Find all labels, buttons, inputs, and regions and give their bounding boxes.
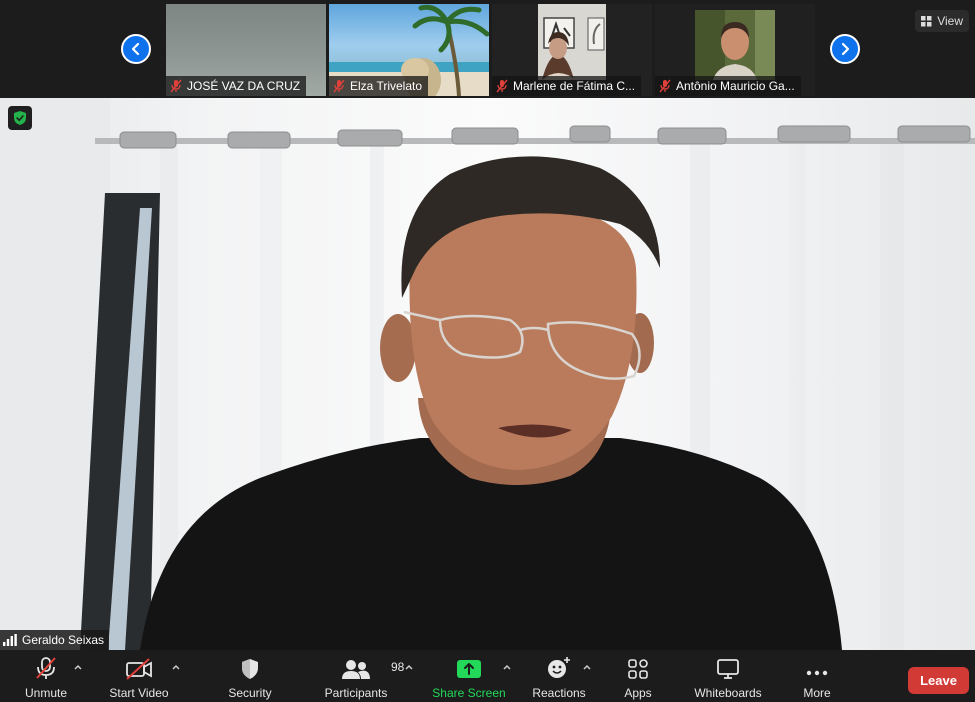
participant-name: Antônio Mauricio Ga...	[676, 79, 795, 93]
participant-name: Elza Trivelato	[350, 79, 423, 93]
grid-view-icon	[921, 15, 932, 26]
signal-bars-icon	[3, 634, 17, 646]
active-speaker-video: Geraldo Seixas	[0, 98, 975, 650]
participant-tile[interactable]: JOSÉ VAZ DA CRUZ	[166, 4, 326, 96]
speaker-name-tag: Geraldo Seixas	[0, 630, 110, 650]
participants-count: 98	[391, 660, 405, 674]
unmute-button[interactable]: Unmute	[15, 650, 77, 702]
unmute-label: Unmute	[24, 686, 68, 700]
share-screen-label: Share Screen	[432, 686, 506, 700]
encryption-badge[interactable]	[8, 106, 32, 130]
participants-icon	[342, 660, 370, 679]
mic-muted-icon	[36, 657, 56, 679]
filmstrip-prev-button[interactable]	[121, 34, 151, 64]
mic-muted-icon	[659, 79, 671, 93]
view-button[interactable]: View	[915, 10, 969, 32]
participant-name-bar: Antônio Mauricio Ga...	[655, 76, 801, 96]
participant-tile[interactable]: Antônio Mauricio Ga...	[655, 4, 815, 96]
speaker-video-frame	[0, 98, 975, 650]
participant-tile[interactable]: Elza Trivelato	[329, 4, 489, 96]
more-dots-icon	[806, 670, 828, 676]
caret-up-icon[interactable]	[404, 662, 414, 672]
participant-name-bar: JOSÉ VAZ DA CRUZ	[166, 76, 307, 96]
leave-button[interactable]: Leave	[908, 667, 969, 694]
participants-button[interactable]: 98 Participants	[322, 650, 404, 702]
more-button[interactable]: More	[796, 650, 838, 702]
participant-name-bar: Marlene de Fátima C...	[492, 76, 642, 96]
reactions-icon	[548, 657, 570, 678]
filmstrip-next-button[interactable]	[830, 34, 860, 64]
view-label: View	[937, 14, 963, 28]
mic-muted-icon	[333, 79, 345, 93]
chevron-right-icon	[841, 42, 850, 56]
chevron-left-icon	[131, 42, 140, 56]
participant-name: JOSÉ VAZ DA CRUZ	[187, 79, 301, 93]
apps-icon	[628, 659, 648, 679]
meeting-toolbar: Unmute Start Video Security 98 Participa…	[0, 650, 975, 702]
caret-up-icon[interactable]	[582, 662, 592, 672]
participants-label: Participants	[324, 686, 388, 700]
share-screen-icon	[457, 660, 481, 678]
share-screen-button[interactable]: Share Screen	[432, 650, 506, 702]
participant-filmstrip: JOSÉ VAZ DA CRUZ Elza Trivelato Marlene …	[0, 0, 975, 98]
apps-button[interactable]: Apps	[618, 650, 658, 702]
caret-up-icon[interactable]	[502, 662, 512, 672]
caret-up-icon[interactable]	[73, 662, 83, 672]
more-label: More	[803, 686, 831, 700]
apps-label: Apps	[624, 686, 652, 700]
start-video-label: Start Video	[109, 686, 169, 700]
caret-up-icon[interactable]	[171, 662, 181, 672]
start-video-button[interactable]: Start Video	[104, 650, 174, 702]
participant-tile[interactable]: Marlene de Fátima C...	[492, 4, 652, 96]
shield-check-icon	[14, 111, 26, 125]
mic-muted-icon	[496, 79, 508, 93]
whiteboards-icon	[717, 659, 739, 679]
security-button[interactable]: Security	[222, 650, 278, 702]
speaker-name: Geraldo Seixas	[22, 633, 105, 647]
whiteboards-label: Whiteboards	[694, 686, 762, 700]
reactions-button[interactable]: Reactions	[530, 650, 588, 702]
whiteboards-button[interactable]: Whiteboards	[690, 650, 766, 702]
participant-name: Marlene de Fátima C...	[513, 79, 636, 93]
video-off-icon	[126, 658, 152, 680]
security-label: Security	[228, 686, 272, 700]
mic-muted-icon	[170, 79, 182, 93]
security-shield-icon	[242, 659, 258, 679]
reactions-label: Reactions	[532, 686, 586, 700]
participant-name-bar: Elza Trivelato	[329, 76, 429, 96]
